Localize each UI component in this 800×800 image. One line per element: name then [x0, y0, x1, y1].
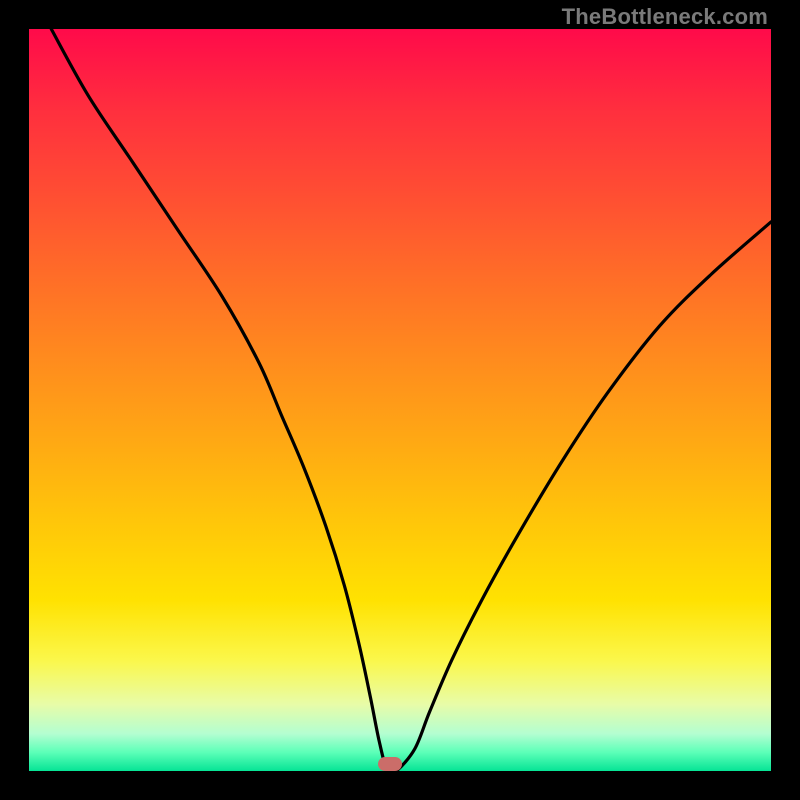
- plot-area: [29, 29, 771, 771]
- bottleneck-curve: [29, 29, 771, 771]
- chart-frame: TheBottleneck.com: [0, 0, 800, 800]
- watermark-label: TheBottleneck.com: [562, 4, 768, 30]
- optimal-point-marker: [378, 757, 402, 771]
